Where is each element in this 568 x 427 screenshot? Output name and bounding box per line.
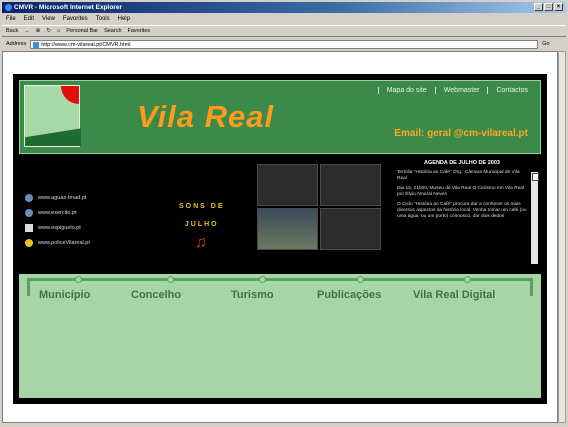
link-text: www.policeVilareal.pt [38, 240, 90, 246]
nav-webmaster[interactable]: Webmaster [434, 87, 488, 94]
toolbar: Back → ⊗ ↻ ⌂ Personal Bar Search Favorit… [2, 25, 566, 37]
menu-rail [27, 276, 533, 283]
menu-file[interactable]: File [6, 16, 16, 22]
menu-tools[interactable]: Tools [96, 16, 110, 22]
top-nav: Mapa do site Webmaster Contactos [377, 87, 536, 94]
ie-icon [5, 4, 12, 11]
rail-end-left [27, 278, 30, 296]
emblem-icon [25, 209, 33, 217]
menu-concelho[interactable]: Concelho [131, 289, 181, 301]
nav-sitemap[interactable]: Mapa do site [377, 87, 435, 94]
link-text: www.aguas-tmad.pt [38, 195, 87, 201]
go-button[interactable]: Go [542, 41, 549, 47]
globe-icon [25, 194, 33, 202]
sons-de-julho-banner[interactable]: SONS DE JULHO ♫ [179, 198, 225, 252]
personal-bar-button[interactable]: Personal Bar [66, 28, 98, 34]
menu-turismo[interactable]: Turismo [231, 289, 274, 301]
rail-dot [259, 276, 266, 283]
link-text: www.exercito.pt [38, 210, 77, 216]
rail-dot [357, 276, 364, 283]
sons-line2: JULHO [184, 221, 219, 228]
minimize-button[interactable]: _ [534, 3, 543, 11]
page-viewport: Vila Real Mapa do site Webmaster Contact… [2, 51, 558, 423]
gallery-tile[interactable] [257, 164, 318, 206]
menu-edit[interactable]: Edit [24, 16, 34, 22]
close-button[interactable]: × [554, 3, 563, 11]
menu-favorites[interactable]: Favorites [63, 16, 88, 22]
rail-dot [464, 276, 471, 283]
window-title: CMVR - Microsoft Internet Explorer [14, 4, 122, 11]
link-aguas[interactable]: www.aguas-tmad.pt [25, 194, 90, 202]
brand-title: Vila Real [137, 99, 275, 134]
browser-window: CMVR - Microsoft Internet Explorer _ □ ×… [0, 0, 568, 427]
rail-dot [75, 276, 82, 283]
nav-contacts[interactable]: Contactos [487, 87, 536, 94]
site-frame: Vila Real Mapa do site Webmaster Contact… [13, 74, 547, 404]
agenda-panel: AGENDA DE JULHO DE 2003 Tertúlia "Histór… [397, 160, 527, 262]
logo[interactable] [24, 85, 81, 147]
content-band: www.aguas-tmad.pt www.exercito.pt www.es… [19, 158, 541, 270]
address-label: Address [6, 41, 27, 47]
email-link[interactable]: Email: geral @cm-vilareal.pt [394, 128, 528, 139]
menu-vila-real-digital[interactable]: Vila Real Digital [413, 289, 495, 301]
address-input[interactable]: http://www.cm-vilareal.pt/CMVR.html [30, 39, 539, 49]
menu-help[interactable]: Help [118, 16, 130, 22]
logo-green-shape [25, 128, 81, 146]
sun-icon [25, 239, 33, 247]
gallery-tile[interactable] [320, 208, 381, 250]
title-bar: CMVR - Microsoft Internet Explorer _ □ × [2, 2, 566, 13]
sons-line1: SONS DE [179, 203, 225, 210]
back-button[interactable]: Back [6, 28, 18, 34]
agenda-scrollbar[interactable] [531, 172, 539, 264]
logo-red-shape [61, 86, 79, 104]
house-icon [25, 224, 33, 232]
gallery-tile[interactable] [257, 208, 318, 250]
gallery-tile[interactable] [320, 164, 381, 206]
stop-icon[interactable]: ⊗ [36, 28, 41, 34]
address-bar: Address http://www.cm-vilareal.pt/CMVR.h… [2, 38, 566, 50]
link-espiguelo[interactable]: www.espiguelo.pt [25, 224, 90, 232]
forward-icon[interactable]: → [24, 28, 30, 34]
menu-publicacoes[interactable]: Publicações [317, 289, 381, 301]
window-controls: _ □ × [534, 3, 563, 11]
menu-municipio[interactable]: Município [39, 289, 90, 301]
menu-view[interactable]: View [42, 16, 55, 22]
main-menu: Município Concelho Turismo Publicações V… [19, 274, 541, 398]
rail-end-right [530, 278, 533, 296]
favorites-button[interactable]: Favorites [128, 28, 151, 34]
photo-gallery [257, 164, 381, 250]
maximize-button[interactable]: □ [544, 3, 553, 11]
link-text: www.espiguelo.pt [38, 225, 81, 231]
link-police[interactable]: www.policeVilareal.pt [25, 239, 90, 247]
agenda-item: Tertúlia "História ao Café" Org.: Câmara… [397, 170, 520, 181]
status-bar [2, 423, 566, 427]
search-button[interactable]: Search [104, 28, 121, 34]
home-icon[interactable]: ⌂ [57, 28, 60, 34]
agenda-item: Dia 15, 21h00, Museu de Vila Real O Cicl… [397, 186, 525, 197]
page-scrollbar[interactable] [558, 51, 566, 423]
music-note-icon: ♫ [194, 234, 209, 251]
link-exercito[interactable]: www.exercito.pt [25, 209, 90, 217]
refresh-icon[interactable]: ↻ [46, 28, 51, 34]
menu-bar: File Edit View Favorites Tools Help [2, 14, 566, 24]
rail-dot [167, 276, 174, 283]
external-links: www.aguas-tmad.pt www.exercito.pt www.es… [25, 194, 90, 247]
site-header: Vila Real Mapa do site Webmaster Contact… [19, 80, 541, 154]
agenda-item: O Ciclo "História ao Café" procura dar a… [397, 202, 527, 219]
agenda-title: AGENDA DE JULHO DE 2003 [424, 160, 500, 166]
